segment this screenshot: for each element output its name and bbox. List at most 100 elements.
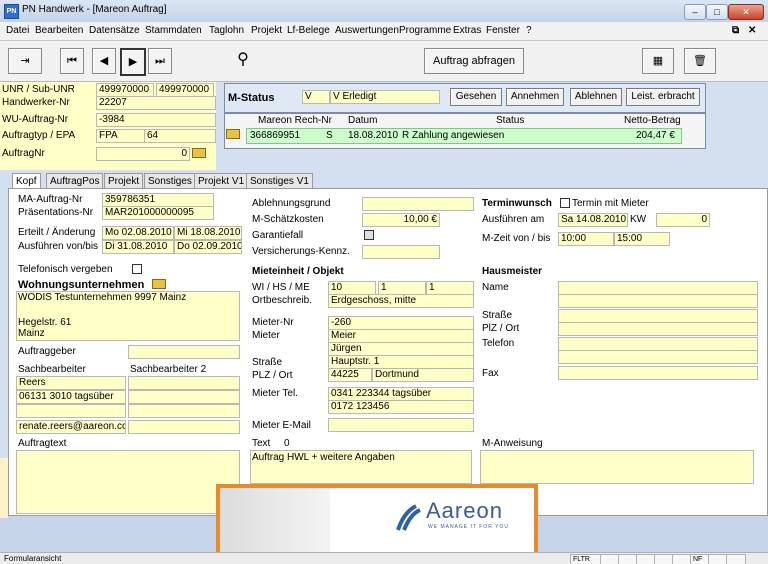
sb2-line-3[interactable] — [128, 404, 240, 418]
auftrag-abfragen-button[interactable]: Auftrag abfragen — [424, 48, 524, 74]
hs-field[interactable]: 1 — [378, 281, 426, 295]
epa-field[interactable]: 64 — [144, 129, 216, 143]
hm-name-field-2[interactable] — [558, 294, 758, 308]
sb-line-4[interactable]: renate.reers@aareon.com — [16, 420, 126, 434]
sb-line-3[interactable] — [16, 404, 126, 418]
next-record-button[interactable]: ▶ — [120, 48, 146, 76]
garantie-checkbox[interactable] — [364, 230, 374, 240]
tab-projekt-v1[interactable]: Projekt V1 — [194, 173, 249, 189]
me-field[interactable]: 1 — [426, 281, 474, 295]
hm-telefon-field[interactable] — [558, 337, 758, 351]
menu-taglohn[interactable]: Taglohn — [209, 25, 244, 36]
mieter-field-1[interactable]: Meier — [328, 329, 474, 343]
mieternr-field[interactable]: -260 — [328, 316, 474, 330]
tab-sonstiges[interactable]: Sonstiges — [144, 173, 196, 189]
menu-projekt[interactable]: Projekt — [251, 25, 282, 36]
hm-plz-field[interactable] — [558, 322, 758, 336]
menu-programme[interactable]: Programme — [399, 25, 451, 36]
wi-field[interactable]: 10 — [328, 281, 376, 295]
tab-sonstiges-v1[interactable]: Sonstiges V1 — [246, 173, 313, 189]
annehmen-button[interactable]: Annehmen — [506, 88, 564, 106]
ausfuehren-am-field[interactable]: Sa 14.08.2010 — [558, 213, 628, 227]
praesentation-field[interactable]: MAR201000000095 — [102, 206, 214, 220]
maximize-button[interactable]: □ — [706, 4, 728, 20]
aenderung-field[interactable]: Mi 18.08.2010 — [174, 226, 242, 240]
hm-telefon-field-2[interactable] — [558, 350, 758, 364]
ort-field[interactable]: Dortmund — [372, 368, 474, 382]
sub-unr-field[interactable]: 499970000 — [156, 83, 214, 97]
aareon-logo-icon — [396, 504, 421, 531]
tab-auftragpos[interactable]: AuftragPos — [46, 173, 104, 189]
new-record-button[interactable]: ⇥ — [8, 48, 42, 74]
sb2-line-4[interactable] — [128, 420, 240, 434]
mdi-restore-icon[interactable]: ⧉ — [732, 25, 739, 36]
first-record-button[interactable]: ⏮ — [60, 48, 84, 74]
gesehen-button[interactable]: Gesehen — [450, 88, 502, 106]
menu-auswertungen[interactable]: Auswertungen — [335, 25, 399, 36]
leist-erbracht-button[interactable]: Leist. erbracht — [626, 88, 700, 106]
ablehnung-field[interactable] — [362, 197, 474, 211]
mieter-tel-field-2[interactable]: 0172 123456 — [328, 400, 474, 414]
sb2-line-1[interactable] — [128, 376, 240, 390]
last-record-button[interactable]: ⏭ — [148, 48, 172, 74]
menu-stammdaten[interactable]: Stammdaten — [145, 25, 202, 36]
ortbeschreib-field[interactable]: Erdgeschoss, mitte — [328, 294, 474, 308]
mzeit-von-field[interactable]: 10:00 — [558, 232, 614, 246]
hm-fax-field[interactable] — [558, 366, 758, 380]
mieter-field-2[interactable]: Jürgen — [328, 342, 474, 356]
schaetz-field[interactable]: 10,00 € — [362, 213, 440, 227]
auftraggeber-field[interactable] — [128, 345, 240, 359]
termin-mieter-checkbox[interactable] — [560, 198, 570, 208]
rech-folder-button[interactable] — [226, 128, 242, 142]
mstatus-code-field[interactable]: V — [302, 90, 330, 104]
mdi-close-icon[interactable]: ✕ — [748, 25, 756, 36]
menu-bearbeiten[interactable]: Bearbeiten — [35, 25, 83, 36]
close-button[interactable]: ✕ — [728, 4, 764, 20]
unr-label: UNR / Sub-UNR — [2, 84, 75, 95]
title-bar: PN PN Handwerk - [Mareon Auftrag] – □ ✕ — [0, 0, 768, 23]
status-cell-5 — [654, 554, 674, 564]
plz-field[interactable]: 44225 — [328, 368, 372, 382]
tab-projekt[interactable]: Projekt — [104, 173, 144, 189]
mieter-tel-field-1[interactable]: 0341 223344 tagsüber — [328, 387, 474, 401]
ablehnen-button[interactable]: Ablehnen — [570, 88, 622, 106]
sb-line-1[interactable]: Reers — [16, 376, 126, 390]
delete-button[interactable]: 🗑 — [684, 48, 716, 74]
ausfuehren-von-field[interactable]: Di 31.08.2010 — [102, 240, 174, 254]
menu-datensaetze[interactable]: Datensätze — [89, 25, 140, 36]
strasse-field[interactable]: Hauptstr. 1 — [328, 355, 474, 369]
handwerker-field[interactable]: 22207 — [96, 96, 216, 110]
menu-extras[interactable]: Extras — [453, 25, 481, 36]
hm-name-field[interactable] — [558, 281, 758, 295]
binoculars-button[interactable]: ⚲ — [228, 48, 258, 72]
m-anweisung-box[interactable] — [480, 450, 754, 484]
menu-lf-belege[interactable]: Lf-Belege — [287, 25, 330, 36]
mieter-email-field[interactable] — [328, 418, 474, 432]
unr-field[interactable]: 499970000 — [96, 83, 154, 97]
mstatus-text-field[interactable]: V Erledigt — [330, 90, 440, 104]
erteilt-field[interactable]: Mo 02.08.2010 — [102, 226, 174, 240]
menu-help[interactable]: ? — [526, 25, 532, 36]
calculator-button[interactable]: ▦ — [642, 48, 674, 74]
telefon-checkbox[interactable] — [132, 264, 142, 274]
prev-record-button[interactable]: ◀ — [92, 48, 116, 74]
folder-icon — [226, 129, 240, 139]
menu-fenster[interactable]: Fenster — [486, 25, 520, 36]
kw-field[interactable]: 0 — [656, 213, 710, 227]
ausfuehren-bis-field[interactable]: Do 02.09.2010 — [174, 240, 242, 254]
versich-field[interactable] — [362, 245, 440, 259]
hm-strasse-field[interactable] — [558, 309, 758, 323]
kw-label: KW — [630, 214, 647, 225]
sb2-line-2[interactable] — [128, 390, 240, 404]
sb-line-2[interactable]: 06131 3010 tagsüber — [16, 390, 126, 404]
auftragnr-folder-button[interactable] — [192, 147, 208, 159]
ma-auftrag-field[interactable]: 359786351 — [102, 193, 214, 207]
wu-auftrag-field[interactable]: -3984 — [96, 113, 216, 127]
minimize-button[interactable]: – — [684, 4, 706, 20]
menu-datei[interactable]: Datei — [6, 25, 29, 36]
auftragnr-field[interactable]: 0 — [96, 147, 190, 161]
mzeit-bis-field[interactable]: 15:00 — [614, 232, 670, 246]
auftragtyp-field[interactable]: FPA — [96, 129, 146, 143]
auftragtext-box[interactable] — [16, 450, 240, 514]
wu-folder-button[interactable] — [152, 278, 168, 290]
